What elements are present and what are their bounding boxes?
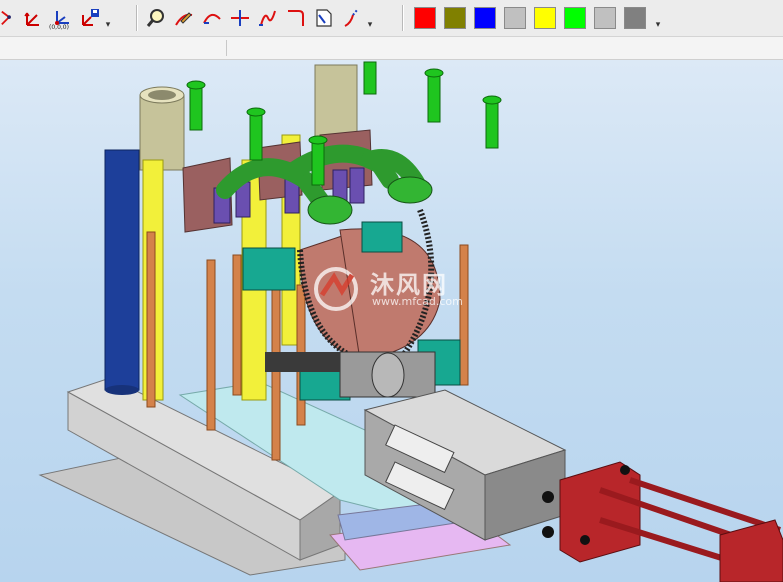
origin-tool-button[interactable]: (0,0,0) bbox=[48, 4, 76, 32]
arc-curve-button[interactable] bbox=[198, 4, 226, 32]
toolbar-separator bbox=[136, 5, 138, 31]
origin-label: (0,0,0) bbox=[49, 24, 69, 31]
toolbar: (0,0,0) ▾ ▾ ▾ bbox=[0, 0, 783, 37]
frame-icon bbox=[1, 10, 11, 26]
roller-end bbox=[371, 352, 405, 398]
curve-tools-group: ▾ bbox=[142, 4, 374, 32]
color-swatch-green[interactable] bbox=[564, 7, 586, 29]
cylinder-end-cap bbox=[719, 519, 783, 582]
trim-curve-button[interactable] bbox=[226, 4, 254, 32]
fillet-icon bbox=[288, 10, 304, 26]
guide-bushing-left bbox=[139, 94, 185, 171]
color-swatch-red[interactable] bbox=[414, 7, 436, 29]
watermark-url: www.mfcad.com bbox=[372, 295, 463, 308]
save-axis-icon bbox=[82, 9, 99, 26]
color-palette-group: ▾ bbox=[414, 4, 662, 32]
zoom-curve-button[interactable] bbox=[142, 4, 170, 32]
dropdown-arrow-icon[interactable]: ▾ bbox=[366, 20, 374, 30]
mold-assembly-model[interactable] bbox=[0, 60, 783, 582]
hose-coupler bbox=[307, 195, 353, 225]
dropdown-arrow-icon[interactable]: ▾ bbox=[654, 20, 662, 30]
pencil-sketch-icon bbox=[175, 12, 193, 26]
color-swatch-yellow[interactable] bbox=[534, 7, 556, 29]
toolbar-separator bbox=[402, 5, 404, 31]
save-view-button[interactable] bbox=[76, 4, 104, 32]
secondary-toolbar bbox=[0, 37, 783, 60]
fillet-curve-button[interactable] bbox=[282, 4, 310, 32]
guide-bushing-hole bbox=[148, 90, 176, 100]
extend-curve-button[interactable] bbox=[338, 4, 366, 32]
guide-pillar-blue bbox=[104, 149, 140, 391]
hose-coupler bbox=[387, 176, 433, 204]
color-swatch-dark-gray[interactable] bbox=[624, 7, 646, 29]
intersect-icon bbox=[231, 10, 249, 26]
toolbar-divider bbox=[226, 40, 227, 56]
coordinate-tools-group: (0,0,0) ▾ bbox=[0, 4, 112, 32]
offset-curve-button[interactable] bbox=[310, 4, 338, 32]
edit-curve-button[interactable] bbox=[170, 4, 198, 32]
dropdown-arrow-icon[interactable]: ▾ bbox=[104, 20, 112, 30]
axis-icon bbox=[24, 12, 39, 26]
axis-tool-button[interactable] bbox=[20, 4, 48, 32]
color-swatch-blue[interactable] bbox=[474, 7, 496, 29]
guide-pillar-base bbox=[105, 385, 139, 395]
watermark-logo-icon bbox=[314, 267, 358, 311]
frame-tool-button[interactable] bbox=[0, 4, 20, 32]
magnifier-icon bbox=[146, 9, 164, 27]
color-swatch-silver[interactable] bbox=[594, 7, 616, 29]
bridge-curve-button[interactable] bbox=[254, 4, 282, 32]
color-swatch-light-gray[interactable] bbox=[504, 7, 526, 29]
watermark: 沐风网 www.mfcad.com bbox=[312, 265, 482, 315]
color-swatch-olive[interactable] bbox=[444, 7, 466, 29]
3d-viewport[interactable]: 沐风网 www.mfcad.com bbox=[0, 60, 783, 582]
s-curve-icon bbox=[259, 10, 276, 26]
arc-icon bbox=[203, 13, 221, 24]
roller-shaft bbox=[265, 352, 340, 372]
cylinder-flange-red bbox=[559, 461, 641, 563]
offset-document-icon bbox=[316, 9, 332, 27]
extend-icon bbox=[344, 9, 358, 27]
